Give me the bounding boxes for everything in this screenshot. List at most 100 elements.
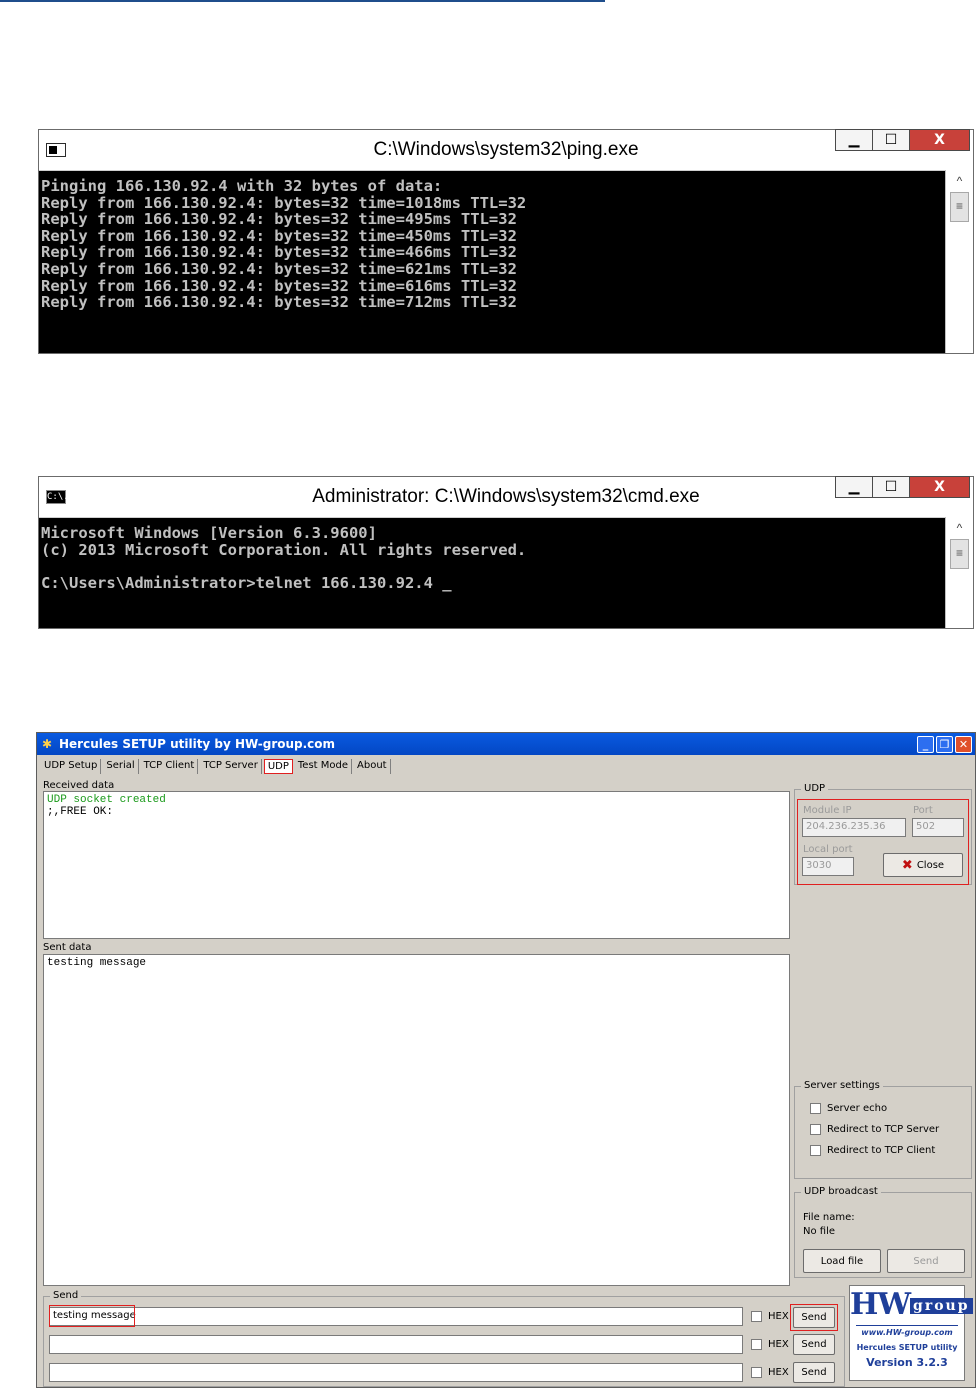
vertical-scrollbar[interactable]: ^ ≡ [945, 517, 973, 628]
console-line: Reply from 166.130.92.4: bytes=32 time=6… [41, 276, 517, 295]
console-line: (c) 2013 Microsoft Corporation. All righ… [41, 540, 527, 559]
ping-titlebar[interactable]: C:\Windows\system32\ping.exe ▁ ☐ X [39, 129, 973, 171]
console-line: Reply from 166.130.92.4: bytes=32 time=7… [41, 293, 517, 312]
received-line: ;,FREE OK: [47, 806, 114, 818]
console-line: Reply from 166.130.92.4: bytes=32 time=4… [41, 226, 517, 245]
send-button-3[interactable]: Send [793, 1362, 835, 1383]
send-button-highlight [790, 1304, 838, 1331]
hex-checkbox-2[interactable]: HEX [751, 1339, 789, 1350]
scroll-thumb[interactable]: ≡ [950, 192, 969, 222]
received-line: UDP socket created [47, 794, 166, 806]
close-x-icon: ✖ [901, 857, 913, 873]
local-port-input[interactable]: 3030 [802, 857, 854, 876]
scroll-thumb[interactable]: ≡ [950, 539, 969, 569]
load-file-button[interactable]: Load file [803, 1249, 881, 1273]
port-input[interactable]: 502 [912, 818, 964, 837]
tab-udp-setup[interactable]: UDP Setup [41, 759, 102, 774]
hex-label: HEX [768, 1367, 789, 1378]
cmd-console-window: C:\. Administrator: C:\Windows\system32\… [38, 476, 974, 629]
top-rule [0, 0, 605, 2]
checkbox-box[interactable] [751, 1339, 762, 1350]
vertical-scrollbar[interactable]: ^ ≡ [945, 170, 973, 353]
cmd-output[interactable]: Microsoft Windows [Version 6.3.9600] (c)… [41, 525, 943, 591]
hercules-title: Hercules SETUP utility by HW-group.com [59, 737, 336, 751]
sent-data-area[interactable]: testing message [43, 954, 790, 1286]
hw-group-logo: HW group www.HW-group.com Hercules SETUP … [849, 1285, 973, 1381]
logo-product: Hercules SETUP utility [856, 1343, 958, 1352]
tab-test-mode[interactable]: Test Mode [295, 759, 353, 774]
console-line: Reply from 166.130.92.4: bytes=32 time=4… [41, 243, 517, 262]
checkbox-box[interactable] [751, 1311, 762, 1322]
send-input-1[interactable]: testing message [49, 1307, 743, 1326]
console-line: Reply from 166.130.92.4: bytes=32 time=4… [41, 210, 517, 229]
hex-checkbox-3[interactable]: HEX [751, 1367, 789, 1378]
minimize-button[interactable]: ▁ [835, 129, 873, 151]
sent-data-label: Sent data [43, 942, 92, 953]
hex-label: HEX [768, 1339, 789, 1350]
checkbox-box[interactable] [810, 1124, 821, 1135]
tab-about[interactable]: About [354, 759, 391, 774]
file-name-value: No file [803, 1226, 836, 1237]
hex-checkbox-1[interactable]: HEX [751, 1311, 789, 1322]
checkbox-box[interactable] [751, 1367, 762, 1378]
server-settings-title: Server settings [801, 1080, 883, 1091]
ping-console-window: C:\Windows\system32\ping.exe ▁ ☐ X Pingi… [38, 129, 974, 354]
hw-group-logo-mark: HW group [850, 1290, 973, 1321]
restore-button[interactable]: ❐ [936, 736, 953, 753]
close-socket-button[interactable]: ✖ Close [883, 853, 963, 877]
broadcast-send-button[interactable]: Send [887, 1249, 965, 1273]
sent-line: testing message [47, 957, 147, 969]
logo-version: Version 3.2.3 [866, 1356, 948, 1369]
window-controls: ▁ ☐ X [835, 476, 970, 498]
scroll-up-arrow-icon[interactable]: ^ [946, 172, 973, 190]
module-ip-input[interactable]: 204.236.235.36 [802, 818, 906, 837]
close-button[interactable]: X [910, 476, 970, 498]
cmd-window-title: Administrator: C:\Windows\system32\cmd.e… [312, 486, 700, 507]
send-input-3[interactable] [49, 1363, 743, 1382]
module-ip-label: Module IP [803, 805, 852, 816]
send-group-title: Send [50, 1290, 82, 1301]
local-port-label: Local port [803, 844, 853, 855]
close-button[interactable]: ✕ [955, 736, 972, 753]
console-line: Reply from 166.130.92.4: bytes=32 time=1… [41, 193, 527, 212]
checkbox-label: Redirect to TCP Client [827, 1145, 936, 1156]
close-socket-label: Close [916, 859, 945, 871]
console-line: C:\Users\Administrator>telnet 166.130.92… [41, 573, 452, 592]
port-label: Port [913, 805, 933, 816]
close-button[interactable]: X [910, 129, 970, 151]
tab-bar: UDP Setup Serial TCP Client TCP Server U… [41, 759, 393, 774]
redirect-tcp-server-checkbox[interactable]: Redirect to TCP Server [810, 1124, 939, 1135]
tab-serial[interactable]: Serial [103, 759, 139, 774]
minimize-button[interactable]: _ [917, 736, 934, 753]
minimize-button[interactable]: ▁ [835, 476, 873, 498]
checkbox-label: Redirect to TCP Server [827, 1124, 940, 1135]
scroll-up-arrow-icon[interactable]: ^ [946, 519, 973, 537]
tab-tcp-client[interactable]: TCP Client [141, 759, 199, 774]
window-controls: ▁ ☐ X [835, 129, 970, 151]
console-line: Pinging 166.130.92.4 with 32 bytes of da… [41, 177, 443, 195]
hercules-titlebar[interactable]: ✱ Hercules SETUP utility by HW-group.com… [37, 733, 975, 755]
ping-output: Pinging 166.130.92.4 with 32 bytes of da… [41, 178, 943, 311]
maximize-button[interactable]: ☐ [873, 129, 910, 151]
send-input-2[interactable] [49, 1335, 743, 1354]
redirect-tcp-client-checkbox[interactable]: Redirect to TCP Client [810, 1145, 935, 1156]
checkbox-box[interactable] [810, 1145, 821, 1156]
ping-window-title: C:\Windows\system32\ping.exe [373, 139, 639, 160]
maximize-button[interactable]: ☐ [873, 476, 910, 498]
checkbox-label: Server echo [827, 1103, 888, 1114]
hex-label: HEX [768, 1311, 789, 1322]
hercules-window: ✱ Hercules SETUP utility by HW-group.com… [36, 732, 976, 1388]
checkbox-box[interactable] [810, 1103, 821, 1114]
tab-udp[interactable]: UDP [263, 759, 293, 774]
server-echo-checkbox[interactable]: Server echo [810, 1103, 887, 1114]
send-button-2[interactable]: Send [793, 1334, 835, 1355]
cmd-titlebar[interactable]: C:\. Administrator: C:\Windows\system32\… [39, 476, 973, 518]
send-input-highlight [49, 1305, 135, 1327]
logo-url: www.HW-group.com [856, 1325, 958, 1337]
received-data-label: Received data [43, 780, 115, 791]
console-line: Microsoft Windows [Version 6.3.9600] [41, 524, 377, 542]
tab-tcp-server[interactable]: TCP Server [200, 759, 262, 774]
udp-group-title: UDP [801, 783, 829, 794]
console-line: Reply from 166.130.92.4: bytes=32 time=6… [41, 259, 517, 278]
received-data-area[interactable]: UDP socket created ;,FREE OK: [43, 791, 790, 939]
